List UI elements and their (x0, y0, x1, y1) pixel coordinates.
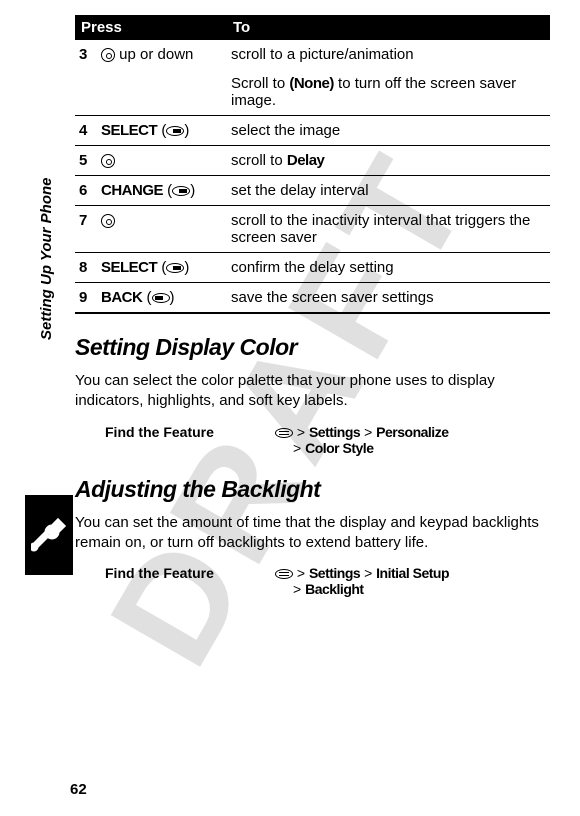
wrench-icon (25, 495, 73, 575)
section-heading-display-color: Setting Display Color (75, 334, 550, 361)
table-row: Scroll to (None) to turn off the screen … (75, 69, 550, 116)
section-body: You can select the color palette that yo… (75, 371, 550, 412)
page-number: 62 (70, 781, 87, 798)
header-press: Press (75, 15, 227, 40)
right-softkey-icon (166, 263, 184, 273)
menu-key-icon (275, 428, 293, 438)
table-row: 8 SELECT () confirm the delay setting (75, 253, 550, 283)
find-feature-row: Find the Feature > Settings > Personaliz… (105, 424, 550, 456)
right-softkey-icon (166, 126, 184, 136)
nav-key-icon (101, 154, 115, 168)
table-row: 4 SELECT () select the image (75, 116, 550, 146)
section-heading-backlight: Adjusting the Backlight (75, 476, 550, 503)
table-row: 9 BACK () save the screen saver settings (75, 283, 550, 314)
sidebar-section-label: Setting Up Your Phone (38, 177, 55, 340)
page-content: Press To 3 up or down scroll to a pictur… (75, 15, 550, 611)
nav-key-icon (101, 48, 115, 62)
table-row: 7 scroll to the inactivity interval that… (75, 206, 550, 253)
instruction-table: Press To 3 up or down scroll to a pictur… (75, 15, 550, 314)
right-softkey-icon (172, 186, 190, 196)
menu-key-icon (275, 569, 293, 579)
feature-path: > Settings > Personalize > Color Style (275, 424, 550, 456)
table-row: 6 CHANGE () set the delay interval (75, 176, 550, 206)
table-row: 3 up or down scroll to a picture/animati… (75, 40, 550, 69)
nav-key-icon (101, 214, 115, 228)
find-feature-row: Find the Feature > Settings > Initial Se… (105, 565, 550, 597)
feature-path: > Settings > Initial Setup > Backlight (275, 565, 550, 597)
find-feature-label: Find the Feature (105, 424, 275, 456)
find-feature-label: Find the Feature (105, 565, 275, 597)
header-to: To (227, 15, 550, 40)
section-body: You can set the amount of time that the … (75, 513, 550, 554)
left-softkey-icon (152, 293, 170, 303)
table-row: 5 scroll to Delay (75, 146, 550, 176)
